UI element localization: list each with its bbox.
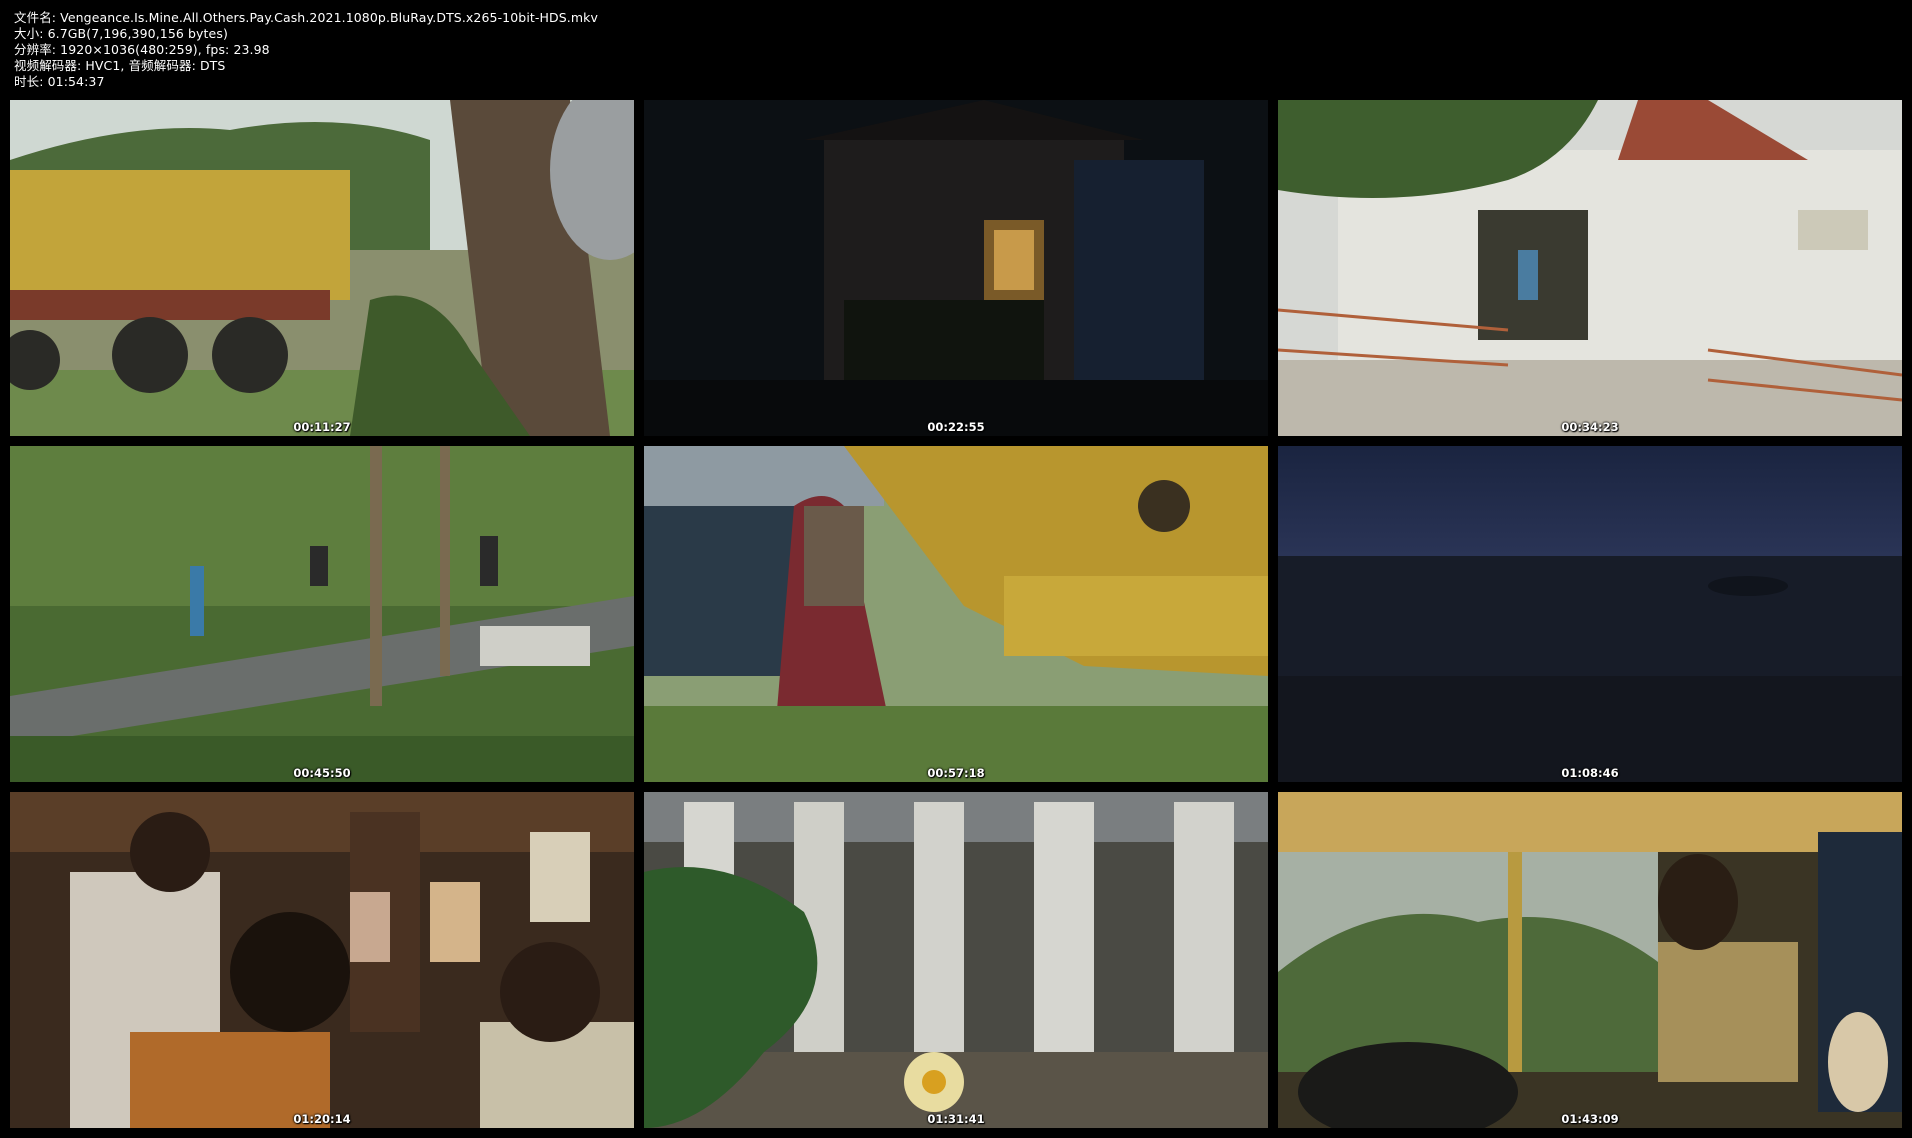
thumbnail-1-image: [10, 100, 634, 436]
size-line: 大小: 6.7GB(7,196,390,156 bytes): [14, 26, 228, 41]
thumbnail-3-image: [1278, 100, 1902, 436]
file-info-header: 文件名: Vengeance.Is.Mine.All.Others.Pay.Ca…: [14, 10, 598, 90]
thumbnail-1: 00:11:27: [10, 100, 634, 436]
timestamp-4: 00:45:50: [293, 766, 351, 780]
timestamp-8: 01:31:41: [927, 1112, 985, 1126]
timestamp-3: 00:34:23: [1561, 420, 1619, 434]
thumbnail-6-image: [1278, 446, 1902, 782]
thumbnail-6: 01:08:46: [1278, 446, 1902, 782]
timestamp-1: 00:11:27: [293, 420, 351, 434]
thumbnail-grid: 00:11:27 00:22:55 00:34:23 00:45:50 00:5…: [10, 100, 1902, 1128]
thumbnail-9: 01:43:09: [1278, 792, 1902, 1128]
thumbnail-7-image: [10, 792, 634, 1128]
thumbnail-5: 00:57:18: [644, 446, 1268, 782]
thumbnail-3: 00:34:23: [1278, 100, 1902, 436]
thumbnail-5-image: [644, 446, 1268, 782]
timestamp-2: 00:22:55: [927, 420, 985, 434]
thumbnail-2-image: [644, 100, 1268, 436]
timestamp-6: 01:08:46: [1561, 766, 1619, 780]
timestamp-5: 00:57:18: [927, 766, 985, 780]
timestamp-9: 01:43:09: [1561, 1112, 1619, 1126]
thumbnail-7: 01:20:14: [10, 792, 634, 1128]
filename-line: 文件名: Vengeance.Is.Mine.All.Others.Pay.Ca…: [14, 10, 598, 25]
thumbnail-9-image: [1278, 792, 1902, 1128]
thumbnail-2: 00:22:55: [644, 100, 1268, 436]
duration-line: 时长: 01:54:37: [14, 74, 105, 89]
resolution-line: 分辨率: 1920×1036(480:259), fps: 23.98: [14, 42, 270, 57]
thumbnail-4-image: [10, 446, 634, 782]
codec-line: 视频解码器: HVC1, 音频解码器: DTS: [14, 58, 226, 73]
timestamp-7: 01:20:14: [293, 1112, 351, 1126]
thumbnail-4: 00:45:50: [10, 446, 634, 782]
thumbnail-8: 01:31:41: [644, 792, 1268, 1128]
thumbnail-8-image: [644, 792, 1268, 1128]
